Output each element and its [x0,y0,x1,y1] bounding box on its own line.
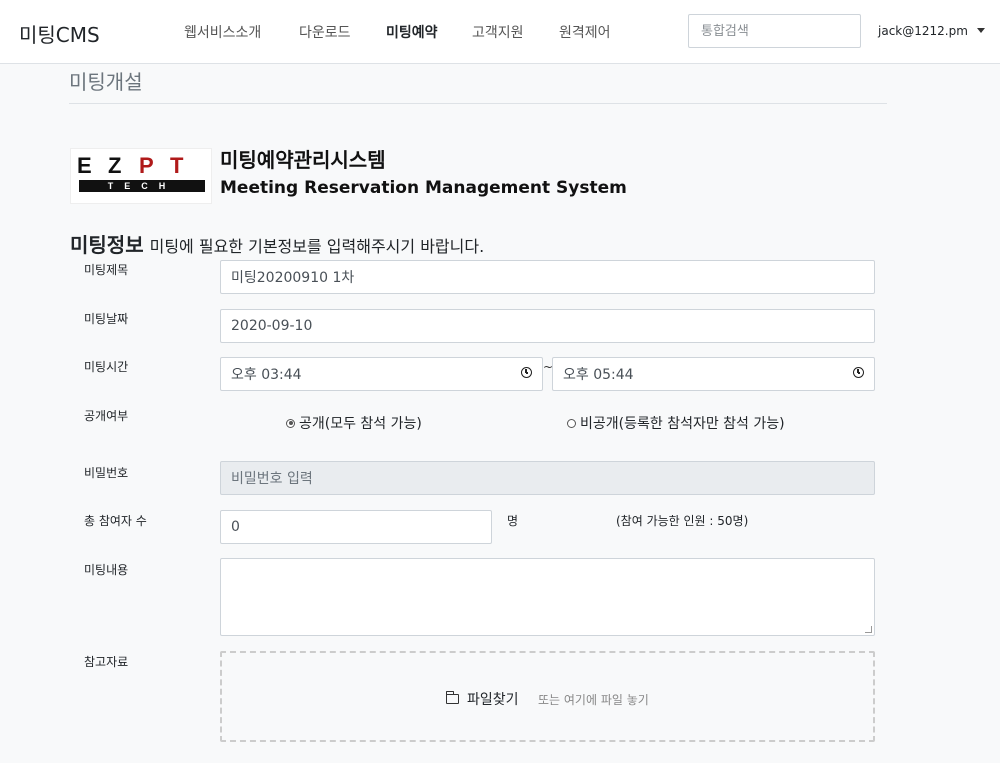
nav-item-download[interactable]: 다운로드 [299,22,351,42]
file-browse-label: 파일찾기 [467,692,519,708]
meeting-date-label: 미팅날짜 [84,312,129,326]
resize-handle-icon[interactable] [865,626,872,633]
file-dropzone[interactable]: 파일찾기 또는 여기에 파일 놓기 [220,651,875,742]
end-time-input[interactable]: 오후 05:44 [552,357,875,391]
visibility-label: 공개여부 [84,409,129,423]
section-title: 미팅정보 [70,233,144,257]
radio-private-label: 비공개(등록한 참석자만 참석 가능) [580,416,785,432]
user-menu-dropdown[interactable]: jack@1212.pm [878,24,985,38]
section-description: 미팅에 필요한 기본정보를 입력해주시기 바랍니다. [149,237,485,256]
main-panel: 미팅개설 EZPT TECH 미팅예약관리시스템 Meeting Reserva… [55,64,902,763]
radio-private[interactable]: 비공개(등록한 참석자만 참석 가능) [567,413,785,433]
file-browse-button[interactable]: 파일찾기 [445,689,519,709]
meeting-title-label: 미팅제목 [84,263,129,277]
start-time-input[interactable]: 오후 03:44 [220,357,543,391]
drop-hint: 또는 여기에 파일 놓기 [538,693,649,707]
radio-public[interactable]: 공개(모두 참석 가능) [286,413,422,433]
clock-icon[interactable] [521,367,532,378]
participants-input[interactable]: 0 [220,510,492,544]
top-navbar: 미팅CMS 웹서비스소개 다운로드 미팅예약 고객지원 원격제어 jack@12… [0,0,1000,64]
radio-unchecked-icon[interactable] [567,418,576,428]
search-input[interactable] [688,14,861,48]
section-heading: 미팅정보 미팅에 필요한 기본정보를 입력해주시기 바랍니다. [70,229,484,258]
participants-unit: 명 [507,514,519,528]
caret-down-icon [976,28,985,33]
attachment-label: 참고자료 [84,655,129,669]
system-title-en: Meeting Reservation Management System [220,178,627,198]
nav-item-service-intro[interactable]: 웹서비스소개 [184,22,261,42]
meeting-title-input[interactable]: 미팅20200910 1차 [220,260,875,294]
meeting-date-input[interactable]: 2020-09-10 [220,309,875,343]
ezpt-tech-logo: EZPT TECH [70,148,212,204]
password-input[interactable]: 비밀번호 입력 [220,461,875,495]
password-label: 비밀번호 [84,466,129,480]
meeting-time-label: 미팅시간 [84,360,129,374]
participants-capacity: (참여 가능한 인원 : 50명) [616,514,749,528]
brand-logo[interactable]: 미팅CMS [19,19,100,48]
clock-icon[interactable] [853,367,864,378]
radio-checked-icon[interactable] [286,418,295,428]
user-email: jack@1212.pm [878,24,968,38]
participants-label: 총 참여자 수 [84,514,147,528]
page-title: 미팅개설 [69,70,143,94]
nav-item-meeting-reservation[interactable]: 미팅예약 [386,22,438,42]
content-label: 미팅내용 [84,563,129,577]
folder-icon [445,691,459,704]
radio-public-label: 공개(모두 참석 가능) [299,416,422,432]
system-title-ko: 미팅예약관리시스템 [220,148,386,172]
nav-item-remote-control[interactable]: 원격제어 [559,22,611,42]
nav-item-support[interactable]: 고객지원 [472,22,524,42]
content-textarea[interactable] [220,558,875,636]
title-divider [69,103,887,104]
